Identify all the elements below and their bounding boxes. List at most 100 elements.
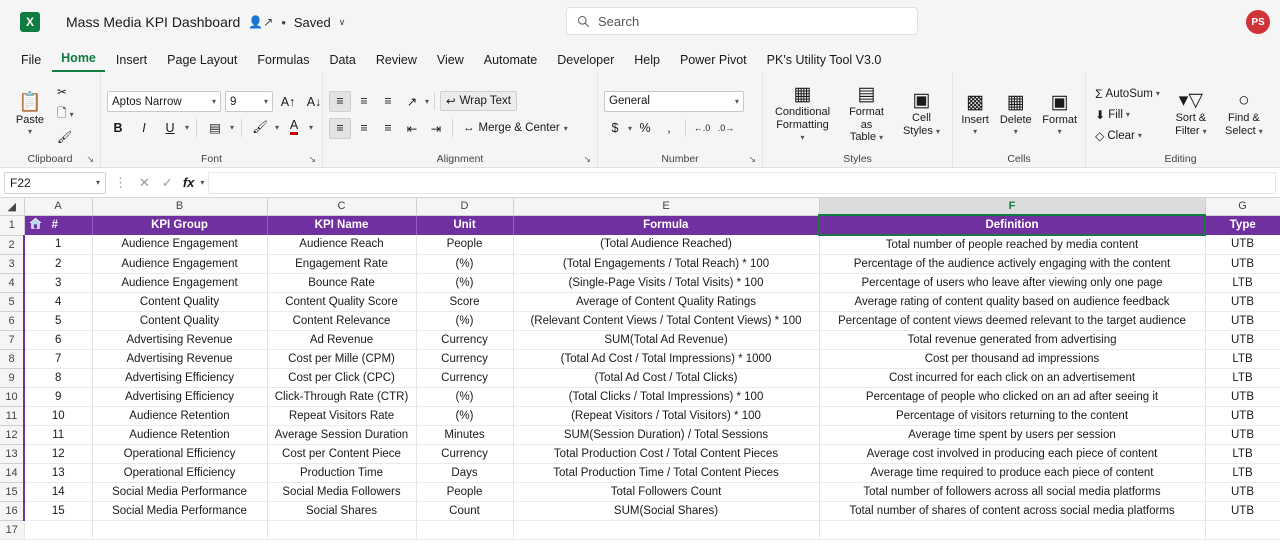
chevron-down-icon[interactable]: ▾ <box>564 124 568 133</box>
cell-unit[interactable]: Count <box>416 501 514 521</box>
number-format-select[interactable]: General ▾ <box>604 90 744 112</box>
chevron-down-icon[interactable]: ▾ <box>230 123 234 132</box>
column-header-C[interactable]: C <box>266 198 417 216</box>
cell-formula[interactable]: SUM(Social Shares) <box>513 501 820 521</box>
row-header[interactable]: 11 <box>0 405 25 426</box>
more-options-icon[interactable]: ⋮ <box>110 175 131 191</box>
cell-kpi-group[interactable]: Advertising Revenue <box>92 330 268 350</box>
dialog-launcher-icon[interactable]: ↘ <box>583 154 591 165</box>
cell-formula[interactable]: (Total Ad Cost / Total Impressions) * 10… <box>513 349 820 369</box>
orientation-button[interactable]: ↗ <box>401 91 423 112</box>
copy-button[interactable]: 🗋 ▾ <box>54 103 77 126</box>
chevron-down-icon[interactable]: ▾ <box>1156 89 1160 98</box>
align-top-button[interactable]: ≡ <box>329 90 351 112</box>
cell-unit[interactable]: (%) <box>416 311 514 331</box>
row-header[interactable]: 2 <box>0 234 25 255</box>
cell-type[interactable]: LTB <box>1205 273 1280 293</box>
cell-kpi-group[interactable]: Operational Efficiency <box>92 444 268 464</box>
cell-formula[interactable]: Total Production Time / Total Content Pi… <box>513 463 820 483</box>
row-header[interactable]: 12 <box>0 424 25 445</box>
cell-kpi-name[interactable]: Click-Through Rate (CTR) <box>267 387 417 407</box>
cell-number[interactable]: 13 <box>23 463 93 483</box>
chevron-down-icon[interactable]: ▾ <box>1126 110 1130 119</box>
tab-help[interactable]: Help <box>625 51 669 72</box>
cell-formula[interactable]: (Relevant Content Views / Total Content … <box>513 311 820 331</box>
enter-icon[interactable]: ✓ <box>158 175 177 191</box>
italic-button[interactable]: I <box>133 117 155 138</box>
tab-page-layout[interactable]: Page Layout <box>158 51 246 72</box>
chevron-down-icon[interactable]: ▾ <box>275 123 279 132</box>
insert-cells-button[interactable]: ▩ Insert ▾ <box>956 91 994 138</box>
cell-kpi-group[interactable]: Advertising Efficiency <box>92 387 268 407</box>
cut-button[interactable]: ✂ <box>54 84 77 100</box>
cell-number[interactable]: 7 <box>23 349 93 369</box>
row-header[interactable]: 7 <box>0 329 25 350</box>
format-cells-button[interactable]: ▣ Format ▾ <box>1038 91 1082 138</box>
align-right-button[interactable]: ≡ <box>377 118 399 139</box>
tab-insert[interactable]: Insert <box>107 51 156 72</box>
cell-definition[interactable]: Percentage of content views deemed relev… <box>818 311 1206 331</box>
cell-unit[interactable]: People <box>416 235 514 255</box>
tab-automate[interactable]: Automate <box>475 51 547 72</box>
cell-kpi-name[interactable]: Social Shares <box>267 501 417 521</box>
cell-type[interactable]: LTB <box>1205 463 1280 483</box>
cell-empty[interactable] <box>267 520 417 540</box>
column-header-E[interactable]: E <box>512 198 820 216</box>
cell-kpi-group[interactable]: Social Media Performance <box>92 482 268 502</box>
home-icon[interactable] <box>28 217 42 233</box>
cell-number[interactable]: 3 <box>23 273 93 293</box>
grow-font-button[interactable]: A↑ <box>277 91 299 112</box>
cell-definition[interactable]: Average cost involved in producing each … <box>818 444 1206 464</box>
tab-formulas[interactable]: Formulas <box>248 51 318 72</box>
cell-formula[interactable]: (Total Ad Cost / Total Clicks) <box>513 368 820 388</box>
chevron-down-icon[interactable]: ▾ <box>973 127 977 136</box>
align-center-button[interactable]: ≡ <box>353 118 375 139</box>
person-share-icon[interactable]: 👤↗ <box>248 15 273 29</box>
cell-type[interactable]: LTB <box>1205 368 1280 388</box>
cell-kpi-group[interactable]: Advertising Efficiency <box>92 368 268 388</box>
cell-kpi-name[interactable]: Cost per Mille (CPM) <box>267 349 417 369</box>
tab-data[interactable]: Data <box>320 51 364 72</box>
cell-type[interactable]: UTB <box>1205 406 1280 426</box>
chevron-down-icon[interactable]: ▾ <box>185 123 189 132</box>
cell-formula[interactable]: SUM(Session Duration) / Total Sessions <box>513 425 820 445</box>
row-header[interactable]: 17 <box>0 519 25 540</box>
cell-kpi-name[interactable]: Content Quality Score <box>267 292 417 312</box>
column-header-F[interactable]: F <box>818 198 1206 216</box>
cell-type[interactable]: LTB <box>1205 444 1280 464</box>
cell-empty[interactable] <box>92 520 268 540</box>
cell-kpi-group[interactable]: Audience Engagement <box>92 273 268 293</box>
autosum-button[interactable]: Σ AutoSum ▾ <box>1092 86 1163 102</box>
percent-button[interactable]: % <box>634 118 656 139</box>
cell-type[interactable]: UTB <box>1205 235 1280 255</box>
cell-kpi-group[interactable]: Social Media Performance <box>92 501 268 521</box>
cell-unit[interactable]: Currency <box>416 368 514 388</box>
cell-kpi-group[interactable]: Content Quality <box>92 311 268 331</box>
cell-number[interactable]: 11 <box>23 425 93 445</box>
chevron-down-icon[interactable]: ▾ <box>28 127 32 136</box>
fill-button[interactable]: ⬇ Fill ▾ <box>1092 107 1163 123</box>
cell-unit[interactable]: (%) <box>416 273 514 293</box>
cell-number[interactable]: 14 <box>23 482 93 502</box>
cell-definition[interactable]: Percentage of people who clicked on an a… <box>818 387 1206 407</box>
chevron-down-icon[interactable]: ∨ <box>339 17 346 28</box>
cell-definition[interactable]: Total number of shares of content across… <box>818 501 1206 521</box>
tab-home[interactable]: Home <box>52 49 105 72</box>
cell-formula[interactable]: (Total Clicks / Total Impressions) * 100 <box>513 387 820 407</box>
cell-formula[interactable]: Total Followers Count <box>513 482 820 502</box>
cell-unit[interactable]: Score <box>416 292 514 312</box>
cell-formula[interactable]: (Repeat Visitors / Total Visitors) * 100 <box>513 406 820 426</box>
cell-kpi-group[interactable]: Advertising Revenue <box>92 349 268 369</box>
cell-number[interactable]: 6 <box>23 330 93 350</box>
cell-definition[interactable]: Percentage of visitors returning to the … <box>818 406 1206 426</box>
tab-view[interactable]: View <box>428 51 473 72</box>
row-header[interactable]: 9 <box>0 367 25 388</box>
wrap-text-button[interactable]: ↩ Wrap Text <box>440 91 518 111</box>
row-header[interactable]: 15 <box>0 481 25 502</box>
dialog-launcher-icon[interactable]: ↘ <box>748 154 756 165</box>
tab-power-pivot[interactable]: Power Pivot <box>671 51 756 72</box>
cell-number[interactable]: 5 <box>23 311 93 331</box>
align-bottom-button[interactable]: ≡ <box>377 91 399 112</box>
cell-unit[interactable]: (%) <box>416 254 514 274</box>
cell-empty[interactable] <box>1205 520 1280 540</box>
